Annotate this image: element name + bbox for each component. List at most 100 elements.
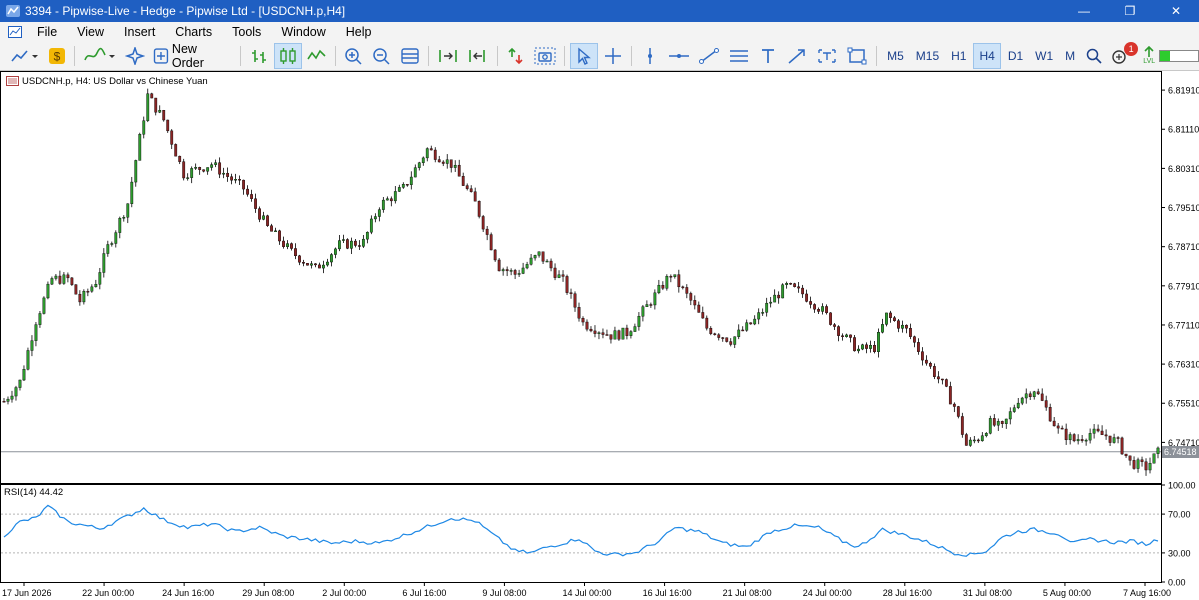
algo-trading-button[interactable] — [122, 43, 148, 69]
candle-body — [326, 261, 329, 266]
candle-body — [218, 162, 222, 175]
text-label-icon — [818, 48, 836, 63]
minimize-button[interactable]: — — [1061, 0, 1107, 22]
timeframe-m15[interactable]: M15 — [911, 43, 944, 69]
chart-area[interactable]: 6.81910 6.81110 6.80310 6.79510 6.78710 6.779… — [0, 71, 1199, 600]
candle-body — [314, 263, 317, 266]
timeframe-mn[interactable]: M — [1060, 43, 1080, 69]
chart-canvas[interactable]: 6.81910 6.81110 6.80310 6.79510 6.78710 6.779… — [0, 71, 1199, 600]
candlestick-button[interactable] — [274, 42, 303, 69]
timeframe-h4[interactable]: H4 — [973, 42, 1001, 69]
menu-help[interactable]: Help — [336, 25, 382, 39]
price-tick-label: 6.79510 — [1168, 203, 1199, 213]
candle-body — [821, 306, 824, 312]
menu-charts[interactable]: Charts — [165, 25, 222, 39]
screenshot-button[interactable] — [531, 43, 559, 69]
line-chart-button[interactable] — [304, 43, 330, 69]
tile-windows-button[interactable] — [397, 43, 423, 69]
candle-body — [142, 120, 146, 135]
candle-body — [461, 176, 465, 186]
time-tick-label: 5 Aug 00:00 — [1043, 588, 1091, 598]
menu-view[interactable]: View — [67, 25, 114, 39]
timeframe-d1[interactable]: D1 — [1003, 43, 1028, 69]
timeframe-h1[interactable]: H1 — [946, 43, 971, 69]
menu-tools[interactable]: Tools — [222, 25, 271, 39]
candle-body — [777, 294, 781, 299]
menu-file[interactable]: File — [27, 25, 67, 39]
candle-body — [226, 172, 230, 177]
zoom-out-button[interactable] — [369, 43, 395, 69]
signal-level-button[interactable]: LVL — [1140, 43, 1158, 69]
candle-body — [10, 395, 14, 400]
trendline-button[interactable] — [695, 43, 723, 69]
candle-body — [765, 302, 769, 313]
timeframe-m5[interactable]: M5 — [882, 43, 909, 69]
shapes-button[interactable] — [843, 43, 871, 69]
vertical-line-button[interactable] — [637, 43, 663, 69]
text-label-button[interactable] — [813, 43, 841, 69]
candle-body — [609, 334, 613, 340]
candle-body — [262, 215, 265, 220]
chart-window-icon[interactable] — [6, 76, 19, 86]
bar-chart-button[interactable] — [246, 43, 272, 69]
candle-body — [857, 348, 860, 352]
candle-body — [865, 344, 868, 349]
candle-body — [230, 176, 234, 181]
candle-body — [833, 324, 836, 327]
candle-body — [617, 330, 621, 340]
candle-body — [254, 198, 257, 209]
candle-body — [661, 284, 665, 289]
candle-body — [290, 243, 293, 249]
candle-body — [353, 240, 357, 246]
candle-body — [573, 293, 577, 308]
text-button[interactable] — [755, 43, 781, 69]
chart-type-button[interactable] — [7, 43, 43, 69]
depth-of-market-icon — [508, 47, 523, 64]
notifications-button[interactable]: 1 — [1108, 41, 1139, 69]
candle-body — [258, 208, 261, 220]
candle-body — [150, 93, 154, 99]
restore-button[interactable]: ❐ — [1107, 0, 1153, 22]
candle-body — [1100, 430, 1104, 436]
candle-body — [721, 337, 725, 339]
timeframe-w1[interactable]: W1 — [1030, 43, 1058, 69]
candle-body — [409, 176, 413, 185]
candle-body — [1044, 400, 1048, 408]
indicators-button[interactable] — [80, 43, 120, 69]
candle-body — [861, 344, 864, 350]
candle-body — [26, 350, 30, 370]
candle-body — [342, 239, 345, 241]
candle-body — [194, 167, 198, 169]
candle-body — [469, 188, 473, 192]
chart-shift-button[interactable] — [464, 43, 492, 69]
crosshair-button[interactable] — [600, 43, 626, 69]
auto-scroll-button[interactable] — [434, 43, 462, 69]
candle-body — [565, 276, 569, 293]
candle-body — [481, 216, 485, 230]
candle-body — [569, 292, 573, 294]
new-order-button[interactable]: New Order — [150, 41, 235, 70]
candle-body — [673, 274, 677, 277]
zoom-in-button[interactable] — [341, 43, 367, 69]
channel-button[interactable] — [725, 43, 753, 69]
cursor-button[interactable] — [570, 42, 599, 69]
candle-body — [725, 337, 729, 342]
candle-body — [34, 324, 38, 341]
candle-body — [365, 231, 369, 240]
depth-of-market-button[interactable] — [503, 43, 529, 69]
candle-body — [206, 167, 210, 172]
candle-body — [198, 167, 202, 170]
candle-body — [346, 239, 349, 249]
window-system-icon[interactable] — [8, 25, 22, 38]
dollar-button[interactable]: $ — [45, 43, 69, 69]
horizontal-line-button[interactable] — [665, 43, 693, 69]
arrow-button[interactable] — [783, 43, 811, 69]
candle-body — [306, 263, 309, 266]
search-button[interactable] — [1082, 43, 1106, 69]
menu-window[interactable]: Window — [271, 25, 335, 39]
price-tick-label: 6.77110 — [1168, 320, 1199, 330]
candle-body — [585, 321, 589, 330]
close-button[interactable]: ✕ — [1153, 0, 1199, 22]
new-order-label: New Order — [171, 41, 204, 70]
menu-insert[interactable]: Insert — [114, 25, 165, 39]
